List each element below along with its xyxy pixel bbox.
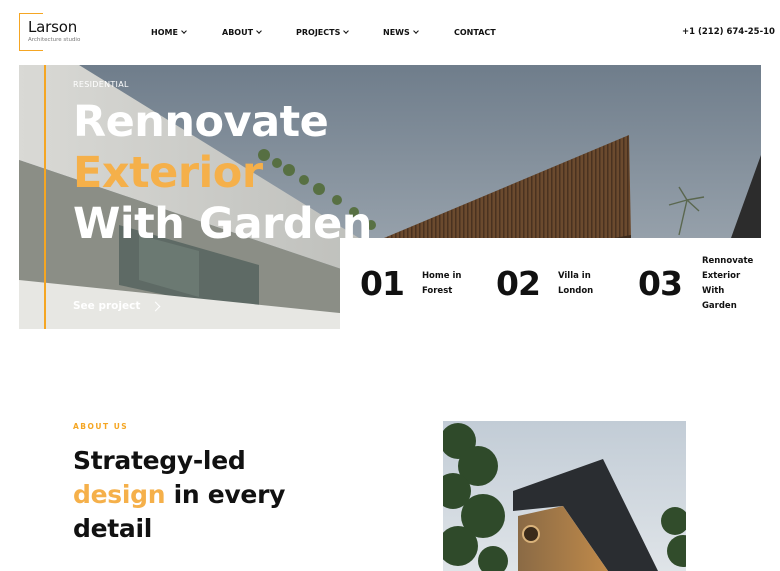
about-photo: [443, 421, 686, 571]
hero-title-line1: Rennovate: [73, 97, 329, 147]
logo[interactable]: Larson Architecture studio: [19, 13, 97, 51]
project-label-line: Home in: [421, 270, 462, 281]
see-project-label: See project: [73, 300, 141, 312]
project-item-02[interactable]: 02 Villa in London: [496, 238, 593, 329]
project-number: 01: [360, 264, 405, 303]
about-title-line1: Strategy-led: [73, 446, 246, 475]
chevron-down-icon: [412, 28, 419, 34]
project-item-03[interactable]: 03 Rennovate Exterior With Garden: [638, 238, 761, 329]
project-label-line: Garden: [701, 300, 737, 311]
project-label: Villa in London: [558, 269, 593, 299]
phone-number[interactable]: +1 (212) 674-25-10: [682, 27, 775, 37]
hero-category: RESIDENTIAL: [73, 80, 129, 89]
project-label-line: Rennovate: [701, 255, 754, 266]
hero-title-line3: With Garden: [73, 199, 372, 249]
about-title-accent: design: [73, 480, 166, 509]
project-label: Home in Forest: [422, 269, 462, 299]
nav-item-label: PROJECTS: [296, 28, 341, 37]
project-number: 02: [496, 264, 541, 303]
nav-item-label: ABOUT: [222, 28, 254, 37]
project-item-01[interactable]: 01 Home in Forest: [360, 238, 461, 329]
chevron-down-icon: [256, 28, 262, 34]
about-image: [443, 421, 686, 571]
nav-item-label: NEWS: [383, 28, 410, 37]
nav-item-home[interactable]: HOME: [151, 28, 187, 37]
nav-item-about[interactable]: ABOUT: [222, 28, 262, 37]
project-number: 03: [638, 264, 683, 303]
project-label-line: London: [557, 285, 594, 296]
see-project-link[interactable]: See project: [73, 300, 161, 312]
chevron-down-icon: [343, 28, 350, 34]
about-title: Strategy-led design in every detail: [73, 444, 285, 546]
nav-item-projects[interactable]: PROJECTS: [296, 28, 350, 37]
nav-item-label: CONTACT: [454, 28, 496, 37]
chevron-down-icon: [181, 28, 187, 34]
nav-item-news[interactable]: NEWS: [383, 28, 419, 37]
about-kicker: ABOUT US: [73, 422, 129, 431]
chevron-right-icon: [150, 301, 161, 311]
about-title-rest: in every: [165, 480, 286, 509]
project-label-line: Forest: [421, 285, 453, 296]
project-label: Rennovate Exterior With Garden: [702, 254, 761, 314]
hero-title: Rennovate Exterior With Garden: [73, 97, 372, 250]
hero-title-accent: Exterior: [73, 148, 263, 198]
project-label-line: Villa in: [557, 270, 591, 281]
nav-item-contact[interactable]: CONTACT: [454, 28, 496, 37]
logo-tagline: Architecture studio: [28, 37, 81, 43]
logo-name: Larson: [28, 18, 78, 36]
project-slider-nav: 01 Home in Forest 02 Villa in London 03 …: [340, 238, 761, 329]
about-title-line3: detail: [73, 514, 153, 543]
project-label-line: Exterior With: [701, 270, 741, 296]
nav-item-label: HOME: [151, 28, 178, 37]
hero-accent-line: [44, 65, 46, 329]
